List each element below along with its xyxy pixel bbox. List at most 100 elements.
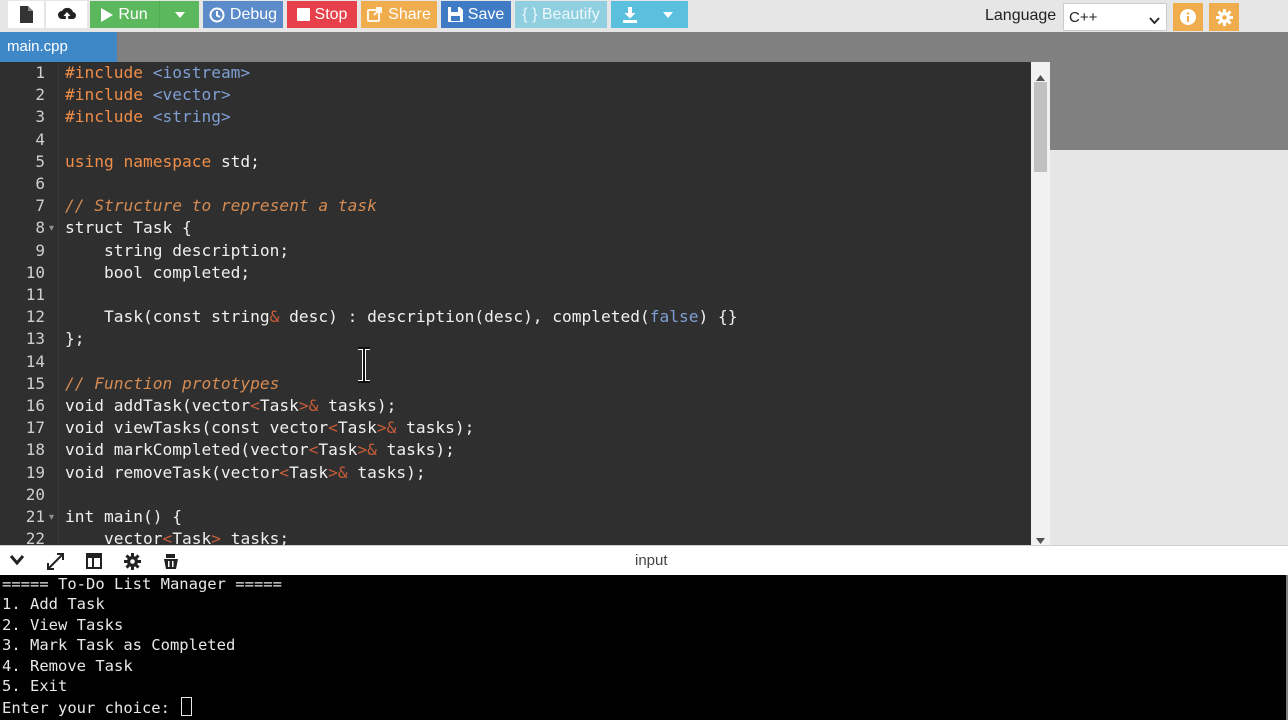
- debug-icon: [209, 7, 225, 23]
- debug-label: Debug: [229, 5, 278, 23]
- code-token: tasks);: [318, 396, 397, 415]
- line-number: 8: [35, 218, 45, 238]
- line-number: 2: [35, 85, 45, 105]
- console-line: 2. View Tasks: [2, 616, 123, 634]
- beautify-label: { } Beautify: [522, 5, 600, 23]
- code-line[interactable]: struct Task {: [65, 218, 192, 237]
- download-options-dropdown[interactable]: [648, 1, 688, 28]
- save-button[interactable]: Save: [441, 1, 511, 28]
- console-text: 1. Add Task: [2, 595, 105, 614]
- io-panel-title: input: [635, 552, 668, 569]
- line-number: 18: [25, 440, 45, 460]
- line-number: 19: [25, 462, 45, 482]
- line-number: 21: [25, 507, 45, 526]
- code-line[interactable]: void removeTask(vector<Task>& tasks);: [65, 463, 426, 482]
- new-file-button[interactable]: [8, 1, 44, 28]
- line-number: 1: [35, 63, 45, 82]
- settings-button[interactable]: [1209, 3, 1239, 31]
- code-line[interactable]: #include <iostream>: [65, 63, 250, 82]
- console-text: 4. Remove Task: [2, 656, 133, 675]
- run-label: Run: [118, 5, 148, 23]
- code-token: bool completed;: [65, 262, 251, 282]
- line-number: 20: [25, 484, 45, 504]
- code-line[interactable]: using namespace std;: [65, 152, 260, 171]
- code-token: vector: [65, 529, 163, 545]
- language-value: C++: [1069, 8, 1098, 26]
- code-token: void removeTask(vector: [65, 462, 280, 482]
- share-label: Share: [388, 5, 431, 23]
- console-line: Enter your choice:: [2, 697, 193, 718]
- code-line[interactable]: #include <string>: [65, 107, 231, 126]
- code-token: >&: [376, 418, 397, 438]
- share-button[interactable]: Share: [361, 1, 437, 28]
- code-line[interactable]: };: [65, 329, 85, 348]
- gear-icon[interactable]: [124, 553, 141, 575]
- code-token: desc) : description(desc), completed(: [279, 307, 650, 327]
- stop-icon: [296, 8, 310, 21]
- code-token: <: [250, 396, 260, 415]
- line-number: 22: [25, 529, 45, 545]
- code-line[interactable]: Task(const string& desc) : description(d…: [65, 307, 738, 327]
- code-token: >&: [298, 396, 319, 415]
- code-line[interactable]: void markCompleted(vector<Task>& tasks);: [65, 440, 455, 459]
- stop-button[interactable]: Stop: [287, 1, 357, 28]
- code-line[interactable]: vector<Task> tasks;: [65, 529, 289, 545]
- tab-label: main.cpp: [7, 38, 68, 55]
- code-token: <: [328, 418, 338, 438]
- console-line: 1. Add Task: [2, 595, 105, 613]
- run-button[interactable]: Run: [90, 1, 159, 28]
- info-button[interactable]: [1173, 3, 1203, 31]
- code-line[interactable]: void viewTasks(const vector<Task>& tasks…: [65, 418, 474, 437]
- language-select[interactable]: C++: [1063, 3, 1167, 31]
- code-token: >: [211, 529, 221, 545]
- caret-down-icon: [663, 11, 673, 18]
- share-icon: [367, 7, 383, 22]
- gear-icon: [1215, 8, 1233, 26]
- download-button[interactable]: [611, 1, 648, 28]
- fold-toggle-icon[interactable]: ▾: [49, 512, 54, 523]
- scrollbar-thumb[interactable]: [1034, 82, 1047, 172]
- clear-icon[interactable]: [163, 553, 179, 575]
- code-line[interactable]: // Function prototypes: [65, 374, 279, 393]
- code-token: Task: [259, 396, 299, 415]
- console-output[interactable]: ===== To-Do List Manager ===== 1. Add Tas…: [0, 575, 1288, 720]
- line-number: 4: [35, 129, 45, 149]
- line-number: 14: [25, 351, 45, 371]
- line-number: 13: [25, 329, 45, 349]
- layout-icon[interactable]: [86, 553, 102, 574]
- code-token: >&: [328, 462, 348, 482]
- code-token: // Function prototypes: [65, 373, 280, 393]
- code-token: Task: [172, 529, 212, 545]
- fold-toggle-icon[interactable]: ▾: [49, 223, 54, 234]
- code-token: struct Task {: [65, 218, 192, 238]
- collapse-chevron-icon[interactable]: [9, 553, 25, 571]
- editor-scrollbar[interactable]: [1031, 62, 1050, 545]
- code-line[interactable]: void addTask(vector<Task>& tasks);: [65, 396, 396, 415]
- io-panel-header: input: [0, 545, 1288, 575]
- code-line[interactable]: // Structure to represent a task: [65, 196, 377, 215]
- expand-icon[interactable]: [47, 553, 64, 575]
- beautify-button[interactable]: { } Beautify: [515, 1, 607, 28]
- play-icon: [101, 7, 114, 22]
- code-line[interactable]: string description;: [65, 241, 289, 260]
- text-cursor-icon: [352, 346, 376, 388]
- save-label: Save: [467, 5, 505, 23]
- input-cursor[interactable]: [181, 697, 193, 717]
- debug-button[interactable]: Debug: [203, 1, 283, 28]
- console-text: 2. View Tasks: [2, 615, 124, 634]
- code-token: int main() {: [65, 507, 182, 526]
- caret-down-icon: [174, 11, 185, 18]
- code-editor[interactable]: 1 2 3 4 5 6 7 8 ▾ 9 10 11 12 13 14 15 16 17 18 19 20 21 ▾ 22 #i…: [0, 62, 1031, 545]
- code-line[interactable]: #include <vector>: [65, 85, 231, 104]
- code-token: // Structure to represent a task: [65, 196, 377, 216]
- code-token: Task: [337, 418, 377, 438]
- code-line[interactable]: int main() {: [65, 507, 182, 526]
- line-number: 11: [25, 285, 45, 304]
- tab-main-cpp[interactable]: main.cpp: [0, 32, 117, 62]
- console-text: Enter your choice:: [2, 699, 180, 718]
- run-options-dropdown[interactable]: [159, 1, 199, 28]
- code-line[interactable]: bool completed;: [65, 263, 250, 282]
- line-number: 12: [25, 307, 45, 327]
- upload-button[interactable]: [46, 1, 87, 28]
- code-token: #include: [65, 107, 153, 127]
